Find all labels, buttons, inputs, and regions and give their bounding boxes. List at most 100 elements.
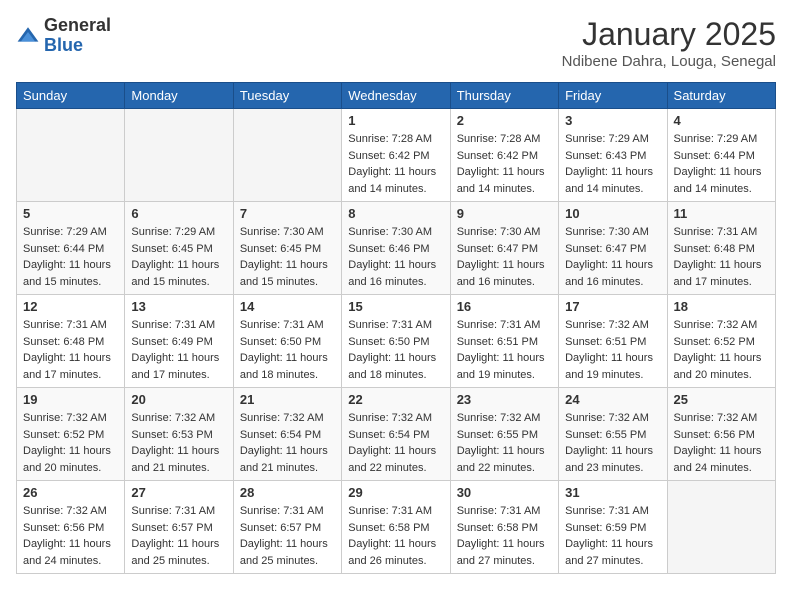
day-info: Sunrise: 7:31 AMSunset: 6:49 PMDaylight:… — [131, 317, 226, 383]
calendar-cell: 14 Sunrise: 7:31 AMSunset: 6:50 PMDayligh… — [233, 295, 341, 388]
day-info: Sunrise: 7:30 AMSunset: 6:47 PMDaylight:… — [565, 224, 660, 290]
day-info: Sunrise: 7:29 AMSunset: 6:45 PMDaylight:… — [131, 224, 226, 290]
day-number: 8 — [348, 206, 443, 221]
month-title: January 2025 — [562, 16, 776, 53]
day-info: Sunrise: 7:32 AMSunset: 6:52 PMDaylight:… — [674, 317, 769, 383]
header-row: Sunday Monday Tuesday Wednesday Thursday… — [17, 83, 776, 109]
day-number: 18 — [674, 299, 769, 314]
calendar-cell: 31 Sunrise: 7:31 AMSunset: 6:59 PMDayligh… — [559, 481, 667, 574]
calendar-week-3: 12 Sunrise: 7:31 AMSunset: 6:48 PMDayligh… — [17, 295, 776, 388]
calendar-table: Sunday Monday Tuesday Wednesday Thursday… — [16, 82, 776, 574]
day-number: 11 — [674, 206, 769, 221]
day-number: 23 — [457, 392, 552, 407]
day-info: Sunrise: 7:32 AMSunset: 6:53 PMDaylight:… — [131, 410, 226, 476]
calendar-cell: 4Sunrise: 7:29 AMSunset: 6:44 PMDaylight… — [667, 109, 775, 202]
day-number: 17 — [565, 299, 660, 314]
logo-text: General Blue — [44, 16, 111, 56]
calendar-cell: 16 Sunrise: 7:31 AMSunset: 6:51 PMDayligh… — [450, 295, 558, 388]
day-number: 22 — [348, 392, 443, 407]
calendar-cell: 13 Sunrise: 7:31 AMSunset: 6:49 PMDayligh… — [125, 295, 233, 388]
day-number: 24 — [565, 392, 660, 407]
calendar-cell: 25Sunrise: 7:32 AMSunset: 6:56 PMDayligh… — [667, 388, 775, 481]
col-thursday: Thursday — [450, 83, 558, 109]
day-info: Sunrise: 7:31 AMSunset: 6:59 PMDaylight:… — [565, 503, 660, 569]
day-info: Sunrise: 7:32 AMSunset: 6:54 PMDaylight:… — [348, 410, 443, 476]
calendar-week-1: 1 Sunrise: 7:28 AMSunset: 6:42 PMDaylight… — [17, 109, 776, 202]
logo-blue: Blue — [44, 36, 111, 56]
calendar-cell: 3 Sunrise: 7:29 AMSunset: 6:43 PMDaylight… — [559, 109, 667, 202]
calendar-cell: 22 Sunrise: 7:32 AMSunset: 6:54 PMDayligh… — [342, 388, 450, 481]
day-info: Sunrise: 7:29 AMSunset: 6:44 PMDaylight:… — [674, 131, 769, 197]
title-section: January 2025 Ndibene Dahra, Louga, Seneg… — [562, 16, 776, 70]
day-info: Sunrise: 7:32 AMSunset: 6:54 PMDaylight:… — [240, 410, 335, 476]
calendar-cell — [233, 109, 341, 202]
day-info: Sunrise: 7:31 AMSunset: 6:50 PMDaylight:… — [348, 317, 443, 383]
col-saturday: Saturday — [667, 83, 775, 109]
day-info: Sunrise: 7:31 AMSunset: 6:51 PMDaylight:… — [457, 317, 552, 383]
calendar-cell: 5 Sunrise: 7:29 AMSunset: 6:44 PMDaylight… — [17, 202, 125, 295]
day-number: 31 — [565, 485, 660, 500]
calendar-cell: 6 Sunrise: 7:29 AMSunset: 6:45 PMDaylight… — [125, 202, 233, 295]
day-info: Sunrise: 7:30 AMSunset: 6:46 PMDaylight:… — [348, 224, 443, 290]
calendar-cell — [125, 109, 233, 202]
day-number: 6 — [131, 206, 226, 221]
calendar-week-5: 26 Sunrise: 7:32 AMSunset: 6:56 PMDayligh… — [17, 481, 776, 574]
calendar-cell — [17, 109, 125, 202]
day-info: Sunrise: 7:31 AMSunset: 6:58 PMDaylight:… — [348, 503, 443, 569]
day-number: 19 — [23, 392, 118, 407]
day-number: 27 — [131, 485, 226, 500]
calendar-cell: 26 Sunrise: 7:32 AMSunset: 6:56 PMDayligh… — [17, 481, 125, 574]
calendar-cell: 28Sunrise: 7:31 AMSunset: 6:57 PMDayligh… — [233, 481, 341, 574]
col-friday: Friday — [559, 83, 667, 109]
logo-icon — [16, 24, 40, 48]
day-info: Sunrise: 7:29 AMSunset: 6:43 PMDaylight:… — [565, 131, 660, 197]
day-info: Sunrise: 7:31 AMSunset: 6:57 PMDaylight:… — [131, 503, 226, 569]
day-info: Sunrise: 7:31 AMSunset: 6:48 PMDaylight:… — [23, 317, 118, 383]
day-number: 13 — [131, 299, 226, 314]
day-number: 15 — [348, 299, 443, 314]
calendar-cell: 29 Sunrise: 7:31 AMSunset: 6:58 PMDayligh… — [342, 481, 450, 574]
calendar-cell: 1 Sunrise: 7:28 AMSunset: 6:42 PMDaylight… — [342, 109, 450, 202]
logo-general: General — [44, 16, 111, 36]
day-number: 20 — [131, 392, 226, 407]
day-number: 2 — [457, 113, 552, 128]
day-info: Sunrise: 7:29 AMSunset: 6:44 PMDaylight:… — [23, 224, 118, 290]
col-wednesday: Wednesday — [342, 83, 450, 109]
day-number: 1 — [348, 113, 443, 128]
day-number: 21 — [240, 392, 335, 407]
calendar-cell: 23Sunrise: 7:32 AMSunset: 6:55 PMDayligh… — [450, 388, 558, 481]
day-number: 25 — [674, 392, 769, 407]
day-number: 12 — [23, 299, 118, 314]
calendar-cell: 10 Sunrise: 7:30 AMSunset: 6:47 PMDayligh… — [559, 202, 667, 295]
day-info: Sunrise: 7:28 AMSunset: 6:42 PMDaylight:… — [348, 131, 443, 197]
day-number: 7 — [240, 206, 335, 221]
calendar-cell: 9Sunrise: 7:30 AMSunset: 6:47 PMDaylight… — [450, 202, 558, 295]
day-info: Sunrise: 7:31 AMSunset: 6:57 PMDaylight:… — [240, 503, 335, 569]
day-number: 29 — [348, 485, 443, 500]
calendar-cell: 12 Sunrise: 7:31 AMSunset: 6:48 PMDayligh… — [17, 295, 125, 388]
day-info: Sunrise: 7:31 AMSunset: 6:58 PMDaylight:… — [457, 503, 552, 569]
day-info: Sunrise: 7:28 AMSunset: 6:42 PMDaylight:… — [457, 131, 552, 197]
calendar-cell: 2 Sunrise: 7:28 AMSunset: 6:42 PMDaylight… — [450, 109, 558, 202]
day-number: 5 — [23, 206, 118, 221]
day-info: Sunrise: 7:32 AMSunset: 6:52 PMDaylight:… — [23, 410, 118, 476]
location: Ndibene Dahra, Louga, Senegal — [562, 53, 776, 70]
day-number: 14 — [240, 299, 335, 314]
col-monday: Monday — [125, 83, 233, 109]
day-info: Sunrise: 7:31 AMSunset: 6:50 PMDaylight:… — [240, 317, 335, 383]
day-info: Sunrise: 7:31 AMSunset: 6:48 PMDaylight:… — [674, 224, 769, 290]
day-number: 16 — [457, 299, 552, 314]
calendar-cell: 24Sunrise: 7:32 AMSunset: 6:55 PMDayligh… — [559, 388, 667, 481]
col-sunday: Sunday — [17, 83, 125, 109]
day-number: 30 — [457, 485, 552, 500]
logo: General Blue — [16, 16, 111, 56]
calendar-cell: 19 Sunrise: 7:32 AMSunset: 6:52 PMDayligh… — [17, 388, 125, 481]
calendar-cell: 17Sunrise: 7:32 AMSunset: 6:51 PMDayligh… — [559, 295, 667, 388]
calendar-week-2: 5 Sunrise: 7:29 AMSunset: 6:44 PMDaylight… — [17, 202, 776, 295]
day-number: 3 — [565, 113, 660, 128]
day-info: Sunrise: 7:32 AMSunset: 6:56 PMDaylight:… — [23, 503, 118, 569]
day-number: 26 — [23, 485, 118, 500]
calendar-cell — [667, 481, 775, 574]
day-number: 10 — [565, 206, 660, 221]
calendar-week-4: 19 Sunrise: 7:32 AMSunset: 6:52 PMDayligh… — [17, 388, 776, 481]
